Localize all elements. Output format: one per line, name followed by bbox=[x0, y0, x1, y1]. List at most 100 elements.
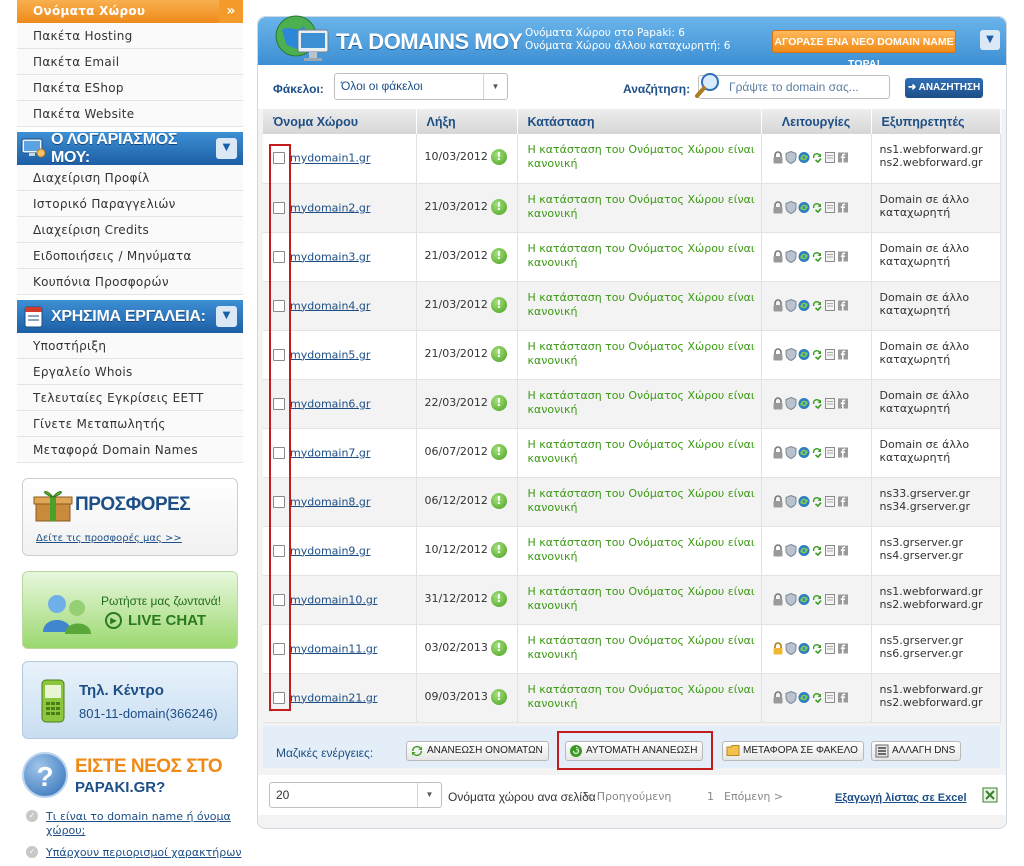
sidebar-item-email[interactable]: Πακέτα Email bbox=[17, 49, 243, 75]
sidebar-item-website[interactable]: Πακέτα Website bbox=[17, 101, 243, 127]
refresh-icon[interactable] bbox=[811, 151, 823, 164]
lock-icon[interactable] bbox=[772, 396, 784, 410]
lock-icon[interactable] bbox=[772, 641, 784, 655]
sync-icon[interactable] bbox=[798, 348, 810, 361]
sync-icon[interactable] bbox=[798, 446, 810, 459]
sidebar-item-eett[interactable]: Τελευταίες Εγκρίσεις ΕΕΤΤ bbox=[17, 385, 243, 411]
move-to-folder-button[interactable]: ΜΕΤΑΦΟΡΑ ΣΕ ΦΑΚΕΛΟ bbox=[722, 741, 864, 761]
offers-link[interactable]: Δείτε τις προσφορές μας >> bbox=[36, 533, 182, 544]
collapse-panel-icon[interactable]: ▼ bbox=[980, 30, 1000, 50]
sync-icon[interactable] bbox=[798, 201, 810, 214]
facebook-icon[interactable] bbox=[837, 642, 849, 655]
note-icon[interactable] bbox=[824, 495, 836, 508]
facebook-icon[interactable] bbox=[837, 348, 849, 361]
note-icon[interactable] bbox=[824, 201, 836, 214]
lock-icon[interactable] bbox=[772, 494, 784, 508]
domain-link[interactable]: mydomain1.gr bbox=[290, 152, 370, 165]
next-page-link[interactable]: Επόμενη > bbox=[724, 790, 783, 803]
excel-icon[interactable] bbox=[982, 787, 998, 806]
offers-box[interactable]: ΠΡΟΣΦΟΡΕΣ Δείτε τις προσφορές μας >> bbox=[22, 478, 238, 556]
lock-icon[interactable] bbox=[772, 200, 784, 214]
note-icon[interactable] bbox=[824, 250, 836, 263]
facebook-icon[interactable] bbox=[837, 250, 849, 263]
shield-icon[interactable] bbox=[785, 396, 797, 410]
domain-link[interactable]: mydomain6.gr bbox=[290, 397, 370, 410]
note-icon[interactable] bbox=[824, 397, 836, 410]
note-icon[interactable] bbox=[824, 348, 836, 361]
shield-icon[interactable] bbox=[785, 690, 797, 704]
lock-icon[interactable] bbox=[772, 690, 784, 704]
collapse-toggle-icon[interactable]: ▼ bbox=[216, 138, 237, 159]
facebook-icon[interactable] bbox=[837, 446, 849, 459]
note-icon[interactable] bbox=[824, 691, 836, 704]
sidebar-item-notifications[interactable]: Ειδοποιήσεις / Μηνύματα bbox=[17, 243, 243, 269]
lock-icon[interactable] bbox=[772, 592, 784, 606]
facebook-icon[interactable] bbox=[837, 151, 849, 164]
faq-link[interactable]: ✓ Υπάρχουν περιορισμοί χαρακτήρων bbox=[26, 846, 246, 860]
facebook-icon[interactable] bbox=[837, 201, 849, 214]
search-button[interactable]: ➜ ΑΝΑΖΗΤΗΣΗ bbox=[905, 78, 983, 98]
lock-icon[interactable] bbox=[772, 543, 784, 557]
sidebar-item-profile[interactable]: Διαχείριση Προφίλ bbox=[17, 165, 243, 191]
facebook-icon[interactable] bbox=[837, 495, 849, 508]
shield-icon[interactable] bbox=[785, 200, 797, 214]
facebook-icon[interactable] bbox=[837, 397, 849, 410]
domain-link[interactable]: mydomain9.gr bbox=[290, 544, 370, 557]
shield-icon[interactable] bbox=[785, 445, 797, 459]
sidebar-item-domain-names[interactable]: Ονόματα Χώρου » bbox=[17, 0, 243, 23]
domain-link[interactable]: mydomain3.gr bbox=[290, 250, 370, 263]
refresh-icon[interactable] bbox=[811, 495, 823, 508]
lock-icon[interactable] bbox=[772, 298, 784, 312]
collapse-toggle-icon[interactable]: ▼ bbox=[216, 306, 237, 327]
note-icon[interactable] bbox=[824, 593, 836, 606]
change-dns-button[interactable]: ΑΛΛΑΓΗ DNS bbox=[871, 741, 962, 761]
domain-link[interactable]: mydomain11.gr bbox=[290, 642, 377, 655]
facebook-icon[interactable] bbox=[837, 593, 849, 606]
faq-link[interactable]: ✓ Τι είναι το domain name ή όνομα χώρου; bbox=[26, 810, 246, 838]
column-header-expiry[interactable]: Λήξη bbox=[416, 109, 518, 134]
sidebar-item-reseller[interactable]: Γίνετε Μεταπωλητής bbox=[17, 411, 243, 437]
column-header-domain[interactable]: Όνομα Χώρου bbox=[263, 109, 417, 134]
sync-icon[interactable] bbox=[798, 151, 810, 164]
sync-icon[interactable] bbox=[798, 397, 810, 410]
note-icon[interactable] bbox=[824, 446, 836, 459]
sync-icon[interactable] bbox=[798, 250, 810, 263]
buy-domain-button[interactable]: ΑΓΟΡΑΣΕ ΕΝΑ ΝΕΟ DOMAIN NAME ΤΩΡΑ! bbox=[772, 30, 956, 70]
refresh-icon[interactable] bbox=[811, 691, 823, 704]
sidebar-item-eshop[interactable]: Πακέτα EShop bbox=[17, 75, 243, 101]
export-excel-link[interactable]: Εξαγωγή λίστας σε Excel bbox=[835, 792, 967, 804]
sidebar-item-coupons[interactable]: Κουπόνια Προσφορών bbox=[17, 269, 243, 295]
shield-icon[interactable] bbox=[785, 298, 797, 312]
domain-link[interactable]: mydomain2.gr bbox=[290, 201, 370, 214]
shield-icon[interactable] bbox=[785, 641, 797, 655]
lock-icon[interactable] bbox=[772, 249, 784, 263]
sidebar-item-order-history[interactable]: Ιστορικό Παραγγελιών bbox=[17, 191, 243, 217]
refresh-icon[interactable] bbox=[811, 348, 823, 361]
facebook-icon[interactable] bbox=[837, 691, 849, 704]
sync-icon[interactable] bbox=[798, 495, 810, 508]
shield-icon[interactable] bbox=[785, 592, 797, 606]
per-page-select[interactable]: 20 ▼ bbox=[269, 782, 442, 808]
sidebar-item-hosting[interactable]: Πακέτα Hosting bbox=[17, 23, 243, 49]
refresh-icon[interactable] bbox=[811, 593, 823, 606]
refresh-icon[interactable] bbox=[811, 250, 823, 263]
shield-icon[interactable] bbox=[785, 543, 797, 557]
bulk-renew-button[interactable]: ΑΝΑΝΕΩΣΗ ΟΝΟΜΑΤΩΝ bbox=[406, 741, 549, 761]
domain-link[interactable]: mydomain8.gr bbox=[290, 495, 370, 508]
column-header-status[interactable]: Κατάσταση bbox=[517, 109, 762, 134]
search-input[interactable]: Γράψτε το domain σας... bbox=[698, 75, 890, 99]
lock-icon[interactable] bbox=[772, 445, 784, 459]
sidebar-item-support[interactable]: Υποστήριξη bbox=[17, 333, 243, 359]
note-icon[interactable] bbox=[824, 151, 836, 164]
shield-icon[interactable] bbox=[785, 347, 797, 361]
note-icon[interactable] bbox=[824, 544, 836, 557]
sidebar-item-credits[interactable]: Διαχείριση Credits bbox=[17, 217, 243, 243]
lock-icon[interactable] bbox=[772, 347, 784, 361]
refresh-icon[interactable] bbox=[811, 299, 823, 312]
refresh-icon[interactable] bbox=[811, 397, 823, 410]
sync-icon[interactable] bbox=[798, 299, 810, 312]
shield-icon[interactable] bbox=[785, 151, 797, 164]
domain-link[interactable]: mydomain21.gr bbox=[290, 691, 377, 704]
refresh-icon[interactable] bbox=[811, 544, 823, 557]
shield-icon[interactable] bbox=[785, 494, 797, 508]
